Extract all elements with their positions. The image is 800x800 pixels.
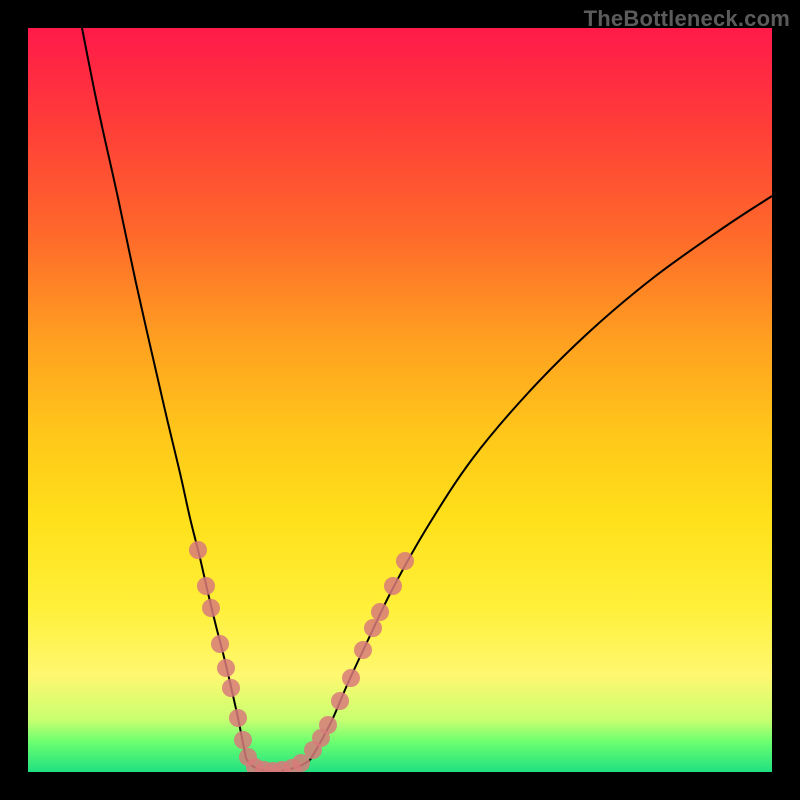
marker-point	[229, 709, 247, 727]
marker-point	[211, 635, 229, 653]
marker-point	[234, 731, 252, 749]
marker-point	[222, 679, 240, 697]
marker-point	[202, 599, 220, 617]
marker-point	[342, 669, 360, 687]
plot-area	[28, 28, 772, 772]
marker-point	[354, 641, 372, 659]
marker-point	[364, 619, 382, 637]
watermark-text: TheBottleneck.com	[584, 6, 790, 32]
marker-point	[396, 552, 414, 570]
marker-point	[189, 541, 207, 559]
chart-svg	[28, 28, 772, 772]
marker-point	[217, 659, 235, 677]
marker-point	[384, 577, 402, 595]
marker-point	[371, 603, 389, 621]
chart-frame: TheBottleneck.com	[0, 0, 800, 800]
marker-point	[197, 577, 215, 595]
marker-point	[319, 716, 337, 734]
highlight-markers	[189, 541, 414, 772]
curve-right-branch	[310, 196, 772, 760]
marker-point	[331, 692, 349, 710]
